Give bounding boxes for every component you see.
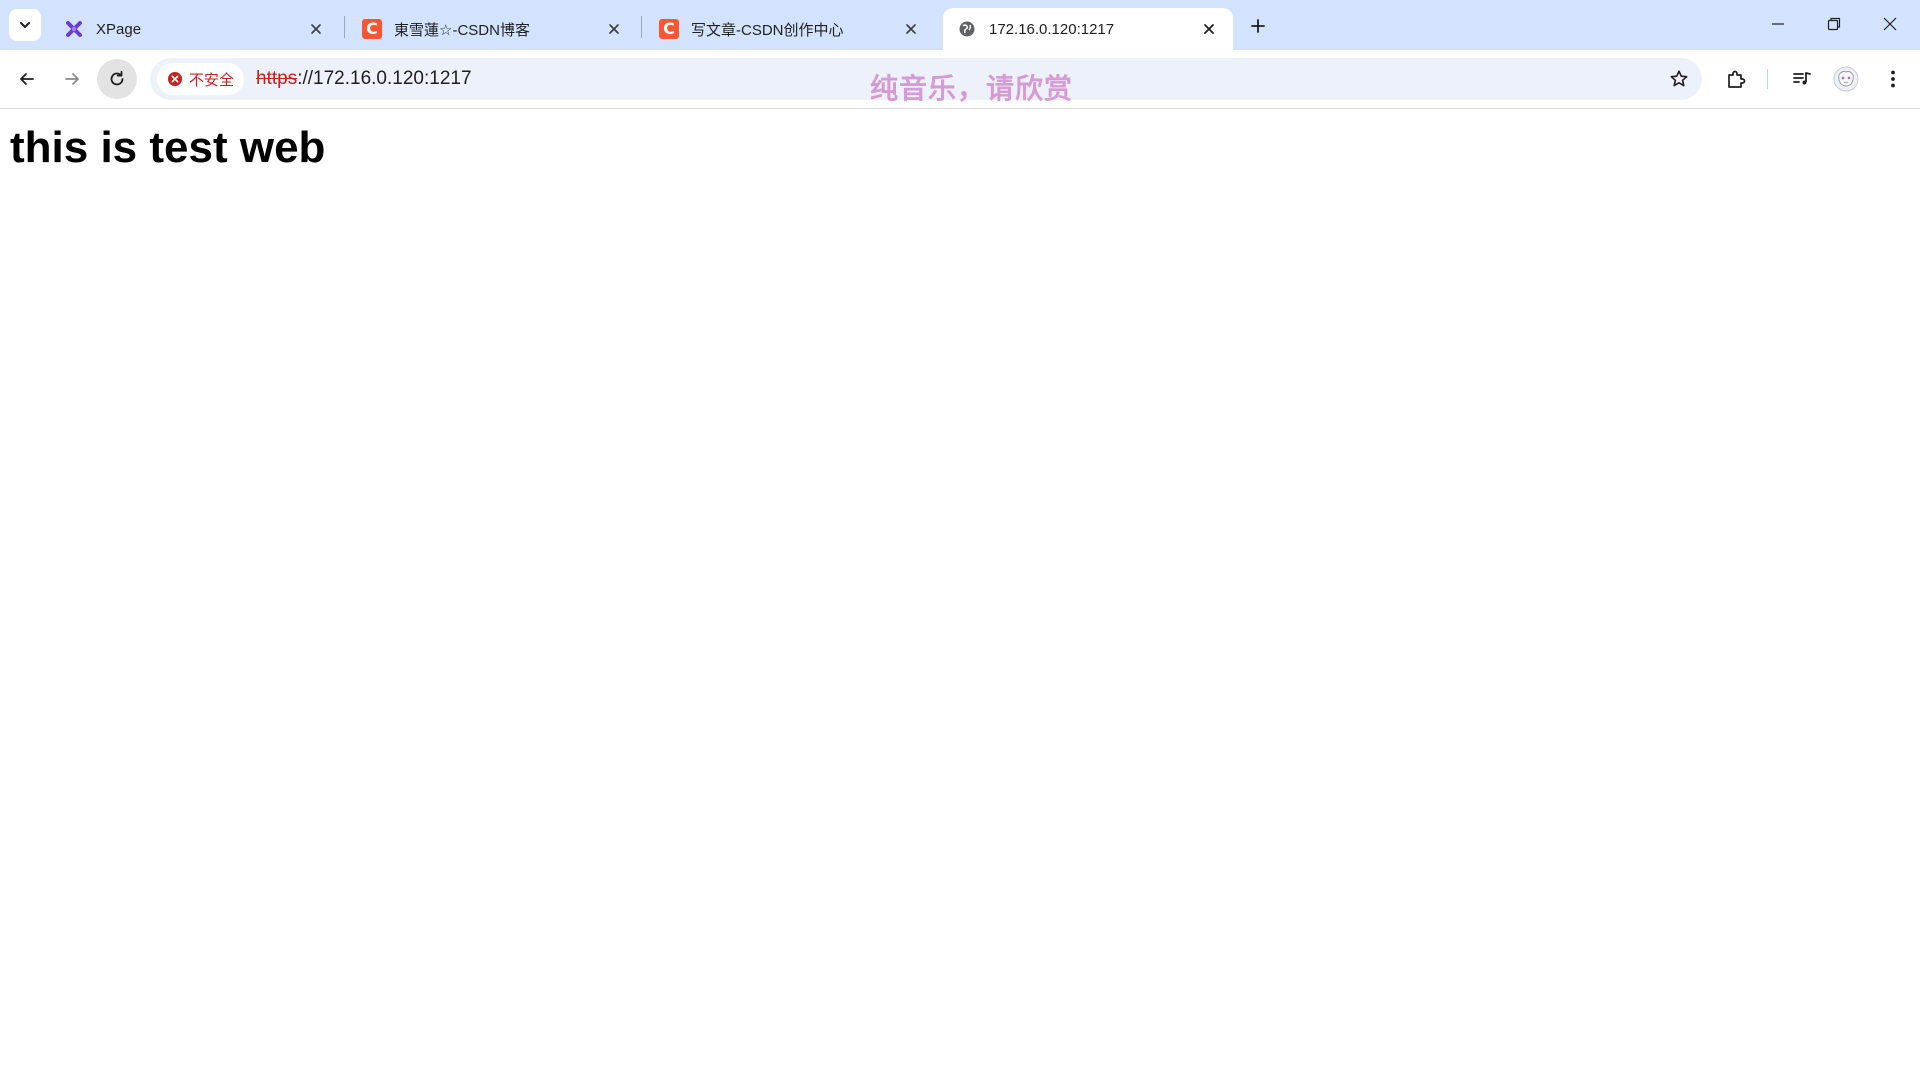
tab-csdn-blog[interactable]: C 東雪蓮☆-CSDN博客 [348,8,638,50]
security-indicator[interactable]: 不安全 [157,63,244,95]
profile-avatar-button[interactable] [1826,59,1866,99]
reload-icon [108,70,126,88]
close-icon[interactable] [901,19,921,39]
back-button[interactable] [7,59,47,99]
chevron-down-icon [18,18,32,32]
tab-title: 172.16.0.120:1217 [989,20,1115,38]
avatar [1833,66,1859,92]
tab-title: 写文章-CSDN创作中心 [691,21,844,39]
arrow-left-icon [18,70,36,88]
close-icon[interactable] [306,19,326,39]
tab-divider [641,16,642,38]
restore-button[interactable] [1806,0,1862,48]
tab-xpage[interactable]: XPage [50,8,340,50]
arrow-right-icon [63,70,81,88]
extensions-button[interactable] [1716,59,1756,99]
new-tab-button[interactable] [1245,13,1271,39]
forward-button[interactable] [52,59,92,99]
tab-title: 東雪蓮☆-CSDN博客 [394,21,530,39]
menu-button[interactable] [1873,59,1913,99]
tab-search-button[interactable] [9,9,41,41]
not-secure-icon [167,71,183,87]
security-label: 不安全 [189,71,235,89]
bookmark-button[interactable] [1662,62,1696,96]
puzzle-icon [1725,68,1747,90]
reload-button[interactable] [97,59,137,99]
playlist-music-icon [1792,69,1812,89]
minimize-button[interactable] [1750,0,1806,48]
page-content: this is test web [0,109,1920,1079]
url-scheme: https [256,68,298,89]
media-overlay-caption: 纯音乐，请欣赏 [870,72,1074,105]
csdn-logo-icon: C [362,19,382,39]
minimize-icon [1771,17,1785,31]
close-icon[interactable] [1199,19,1219,39]
tab-strip: XPage C 東雪蓮☆-CSDN博客 C 写文章-CSDN创作中心 172.1… [0,0,1920,50]
tab-local-server[interactable]: 172.16.0.120:1217 [943,8,1233,50]
tab-divider [344,16,345,38]
globe-icon [957,19,977,39]
url-text[interactable]: https://172.16.0.120:1217 [256,58,472,100]
tab-csdn-editor[interactable]: C 写文章-CSDN创作中心 [645,8,935,50]
restore-icon [1827,17,1841,31]
close-icon[interactable] [604,19,624,39]
toolbar-divider [1767,69,1768,89]
more-vertical-icon [1890,69,1896,89]
csdn-logo-icon: C [659,19,679,39]
media-control-button[interactable] [1782,59,1822,99]
page-heading: this is test web [10,123,326,172]
plus-icon [1250,18,1266,34]
close-icon [1883,17,1897,31]
star-icon [1669,69,1689,89]
url-host: ://172.16.0.120:1217 [297,68,472,89]
close-window-button[interactable] [1862,0,1918,48]
tab-title: XPage [96,20,142,38]
xpage-logo-icon [64,19,84,39]
